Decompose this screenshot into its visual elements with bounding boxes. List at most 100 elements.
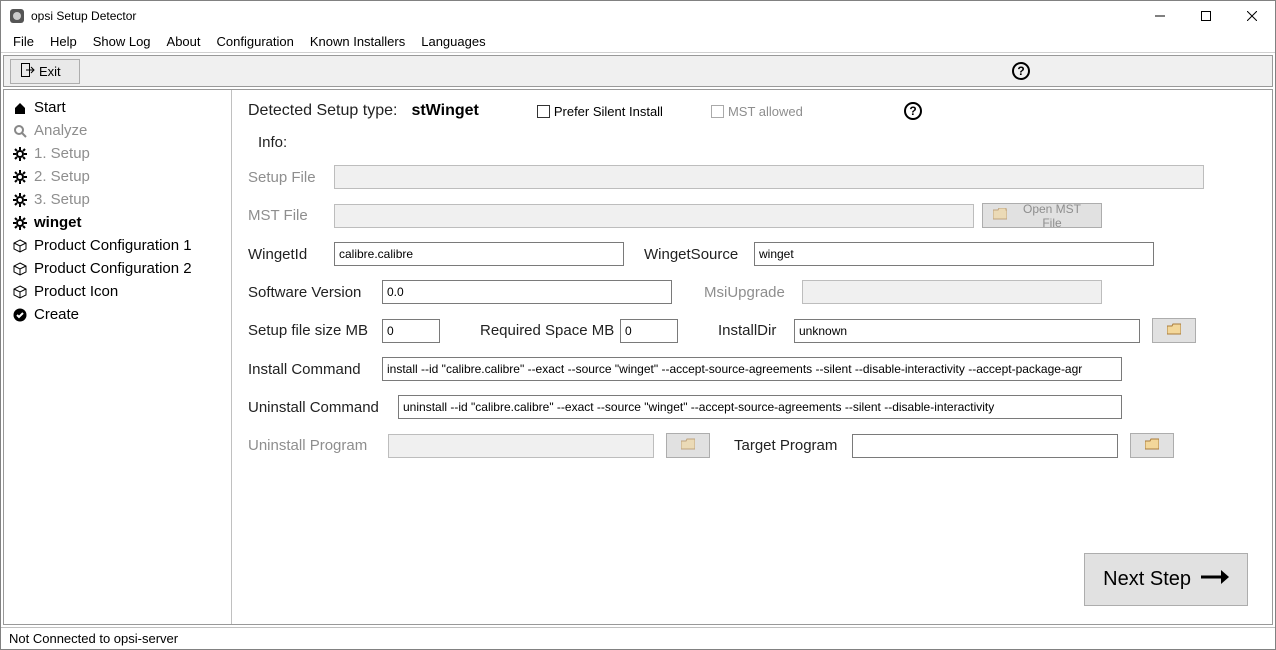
msiupgrade-label: MsiUpgrade	[704, 284, 802, 301]
menu-file[interactable]: File	[5, 32, 42, 51]
target-program-input[interactable]	[852, 434, 1118, 458]
sidebar-item-label: Create	[34, 306, 79, 323]
uninstall-program-input	[388, 434, 654, 458]
menu-show-log[interactable]: Show Log	[85, 32, 159, 51]
minimize-button[interactable]	[1137, 1, 1183, 31]
maximize-button[interactable]	[1183, 1, 1229, 31]
folder-icon	[1167, 323, 1181, 338]
gear-icon	[12, 192, 28, 208]
titlebar: opsi Setup Detector	[1, 1, 1275, 31]
mst-allowed-checkbox: MST allowed	[711, 104, 803, 119]
setup-file-size-input[interactable]	[382, 319, 440, 343]
installdir-browse-button[interactable]	[1152, 318, 1196, 343]
next-step-button[interactable]: Next Step	[1084, 553, 1248, 606]
checkbox-icon	[537, 105, 550, 118]
app-window: opsi Setup Detector File Help Show Log A…	[0, 0, 1276, 650]
detected-setup-value: stWinget	[411, 102, 478, 120]
sidebar-item-label: 1. Setup	[34, 145, 90, 162]
status-text: Not Connected to opsi-server	[9, 631, 178, 646]
sidebar-item-label: Analyze	[34, 122, 87, 139]
window-controls	[1137, 1, 1275, 31]
menu-help[interactable]: Help	[42, 32, 85, 51]
folder-icon	[1145, 438, 1159, 453]
check-circle-icon	[12, 307, 28, 323]
setup-file-size-label: Setup file size MB	[248, 322, 382, 339]
package-icon	[12, 284, 28, 300]
sidebar-item-product-icon[interactable]: Product Icon	[8, 280, 227, 303]
help-icon[interactable]: ?	[904, 102, 922, 120]
sidebar-item-label: Start	[34, 99, 66, 116]
install-command-label: Install Command	[248, 361, 382, 378]
sidebar-item-analyze[interactable]: Analyze	[8, 119, 227, 142]
msiupgrade-input	[802, 280, 1102, 304]
prefer-silent-label: Prefer Silent Install	[554, 104, 663, 119]
required-space-input[interactable]	[620, 319, 678, 343]
help-icon[interactable]: ?	[1012, 62, 1030, 80]
setup-file-label: Setup File	[248, 169, 334, 186]
setup-file-input	[334, 165, 1204, 189]
package-icon	[12, 261, 28, 277]
statusbar: Not Connected to opsi-server	[1, 627, 1275, 649]
uninstall-program-browse-button	[666, 433, 710, 458]
menu-known-installers[interactable]: Known Installers	[302, 32, 413, 51]
installdir-label: InstallDir	[718, 322, 794, 339]
required-space-label: Required Space MB	[480, 322, 620, 339]
exit-icon	[21, 63, 35, 80]
sidebar-item-winget[interactable]: winget	[8, 211, 227, 234]
sidebar-item-label: 2. Setup	[34, 168, 90, 185]
sidebar-item-setup-1[interactable]: 1. Setup	[8, 142, 227, 165]
sidebar-item-setup-2[interactable]: 2. Setup	[8, 165, 227, 188]
mst-file-label: MST File	[248, 207, 334, 224]
wingetsource-input[interactable]	[754, 242, 1154, 266]
installdir-input[interactable]	[794, 319, 1140, 343]
mst-file-input	[334, 204, 974, 228]
arrow-right-icon	[1201, 568, 1229, 591]
sidebar-item-label: Product Configuration 2	[34, 260, 192, 277]
sidebar-item-label: Product Icon	[34, 283, 118, 300]
software-version-label: Software Version	[248, 284, 382, 301]
info-label: Info:	[258, 134, 287, 151]
install-command-input[interactable]	[382, 357, 1122, 381]
package-icon	[12, 238, 28, 254]
home-icon	[12, 100, 28, 116]
sidebar-item-product-config-1[interactable]: Product Configuration 1	[8, 234, 227, 257]
menu-configuration[interactable]: Configuration	[209, 32, 302, 51]
sidebar-item-label: Product Configuration 1	[34, 237, 192, 254]
detected-setup-label: Detected Setup type:	[248, 102, 397, 120]
sidebar: Start Analyze 1. Setup 2. Setup 3. Setup…	[4, 90, 232, 624]
sidebar-item-label: 3. Setup	[34, 191, 90, 208]
exit-label: Exit	[39, 64, 61, 79]
wingetsource-label: WingetSource	[644, 246, 754, 263]
uninstall-program-label: Uninstall Program	[248, 437, 388, 454]
open-mst-label: Open MST File	[1013, 202, 1091, 230]
gear-icon	[12, 146, 28, 162]
uninstall-command-input[interactable]	[398, 395, 1122, 419]
body: Start Analyze 1. Setup 2. Setup 3. Setup…	[3, 89, 1273, 625]
software-version-input[interactable]	[382, 280, 672, 304]
wingetid-label: WingetId	[248, 246, 334, 263]
gear-icon	[12, 215, 28, 231]
app-icon	[9, 8, 25, 24]
window-title: opsi Setup Detector	[31, 9, 1137, 23]
next-step-label: Next Step	[1103, 568, 1191, 591]
menubar: File Help Show Log About Configuration K…	[1, 31, 1275, 53]
wingetid-input[interactable]	[334, 242, 624, 266]
open-mst-file-button: Open MST File	[982, 203, 1102, 228]
target-program-label: Target Program	[734, 437, 852, 454]
main-panel: Detected Setup type: stWinget Prefer Sil…	[232, 90, 1272, 624]
sidebar-item-product-config-2[interactable]: Product Configuration 2	[8, 257, 227, 280]
uninstall-command-label: Uninstall Command	[248, 399, 398, 416]
sidebar-item-setup-3[interactable]: 3. Setup	[8, 188, 227, 211]
sidebar-item-start[interactable]: Start	[8, 96, 227, 119]
menu-about[interactable]: About	[159, 32, 209, 51]
folder-icon	[993, 208, 1007, 223]
toolbar: Exit ?	[3, 55, 1273, 87]
exit-button[interactable]: Exit	[10, 59, 80, 84]
gear-icon	[12, 169, 28, 185]
target-program-browse-button[interactable]	[1130, 433, 1174, 458]
close-button[interactable]	[1229, 1, 1275, 31]
menu-languages[interactable]: Languages	[413, 32, 493, 51]
search-icon	[12, 123, 28, 139]
sidebar-item-create[interactable]: Create	[8, 303, 227, 326]
prefer-silent-checkbox[interactable]: Prefer Silent Install	[537, 104, 663, 119]
